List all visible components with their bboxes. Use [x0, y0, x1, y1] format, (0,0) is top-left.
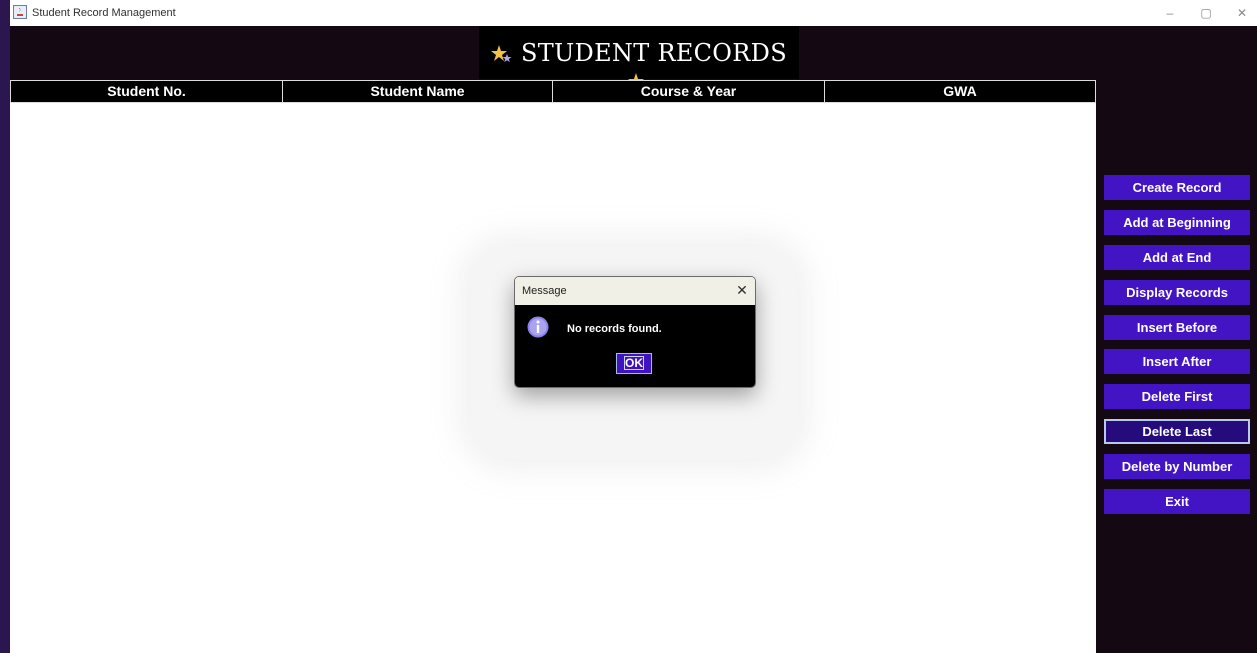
- minimize-button[interactable]: –: [1160, 5, 1180, 21]
- maximize-button[interactable]: ▢: [1196, 5, 1216, 21]
- exit-button[interactable]: Exit: [1104, 489, 1250, 514]
- column-header-student-no[interactable]: Student No.: [11, 81, 283, 102]
- create-record-button[interactable]: Create Record: [1104, 175, 1250, 200]
- page-title: STUDENT RECORDS: [520, 39, 787, 67]
- table-header: Student No. Student Name Course & Year G…: [10, 80, 1096, 103]
- window-titlebar[interactable]: Student Record Management – ▢ ✕: [10, 0, 1257, 26]
- ok-button-label: OK: [624, 356, 644, 370]
- add-at-beginning-button[interactable]: Add at Beginning: [1104, 210, 1250, 235]
- header-banner: STUDENT RECORDS: [479, 26, 799, 90]
- insert-before-button[interactable]: Insert Before: [1104, 315, 1250, 340]
- ok-button[interactable]: OK: [616, 353, 652, 374]
- main-window: Student Record Management – ▢ ✕ STUDENT …: [10, 0, 1257, 653]
- dialog-close-button[interactable]: ✕: [734, 282, 750, 298]
- delete-last-button[interactable]: Delete Last: [1104, 419, 1250, 444]
- dialog-titlebar[interactable]: Message ✕: [515, 277, 755, 305]
- dialog-title: Message: [522, 285, 567, 297]
- dialog-body: No records found. OK: [515, 305, 755, 387]
- close-window-button[interactable]: ✕: [1232, 5, 1252, 21]
- display-records-button[interactable]: Display Records: [1104, 280, 1250, 305]
- java-icon: [13, 5, 27, 19]
- dialog-message: No records found.: [567, 323, 662, 335]
- stars-icon: [491, 44, 512, 62]
- column-header-course-year[interactable]: Course & Year: [553, 81, 825, 102]
- column-header-student-name[interactable]: Student Name: [283, 81, 553, 102]
- add-at-end-button[interactable]: Add at End: [1104, 245, 1250, 270]
- delete-first-button[interactable]: Delete First: [1104, 384, 1250, 409]
- window-title: Student Record Management: [32, 7, 176, 19]
- message-dialog: Message ✕ No records found. OK: [514, 276, 756, 388]
- column-header-gwa[interactable]: GWA: [825, 81, 1095, 102]
- delete-by-number-button[interactable]: Delete by Number: [1104, 454, 1250, 479]
- info-icon: [527, 316, 549, 338]
- insert-after-button[interactable]: Insert After: [1104, 349, 1250, 374]
